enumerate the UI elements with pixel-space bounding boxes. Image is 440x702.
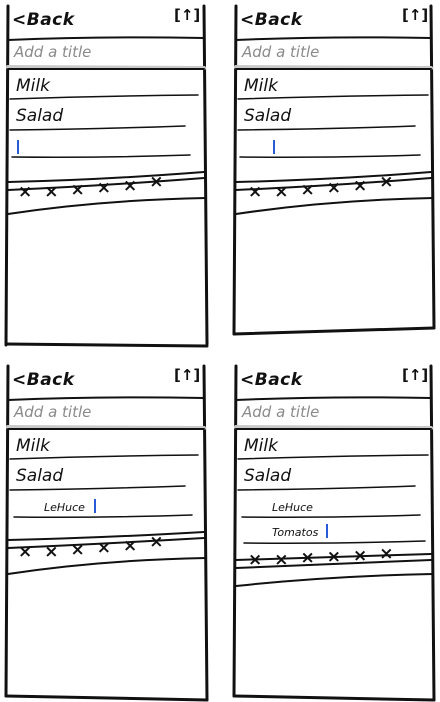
toolbar-x-icon[interactable]: × bbox=[123, 178, 137, 201]
list-item[interactable]: Salad bbox=[244, 108, 291, 125]
title-input[interactable]: Add a title bbox=[14, 405, 91, 420]
toolbar-x-icon[interactable]: × bbox=[379, 174, 393, 201]
list-item[interactable]: Milk bbox=[16, 78, 50, 95]
text-cursor bbox=[17, 140, 19, 154]
list-item[interactable]: Salad bbox=[16, 108, 63, 125]
list-item[interactable]: Milk bbox=[16, 438, 50, 455]
back-button[interactable]: <Back bbox=[240, 372, 303, 389]
toolbar-x-icon[interactable]: × bbox=[327, 549, 341, 569]
title-input[interactable]: Add a title bbox=[242, 45, 319, 60]
toolbar-x-icon[interactable]: × bbox=[18, 184, 32, 201]
title-input[interactable]: Add a title bbox=[14, 45, 91, 60]
text-cursor bbox=[273, 140, 275, 154]
toolbar: × × × × × × bbox=[18, 174, 164, 201]
toolbar-x-icon[interactable]: × bbox=[71, 182, 85, 201]
sub-list-item[interactable]: LeHuce bbox=[44, 502, 85, 513]
list-item[interactable]: Milk bbox=[244, 78, 278, 95]
toolbar-x-icon[interactable]: × bbox=[379, 546, 393, 569]
toolbar: × × × × × × bbox=[248, 174, 394, 201]
toolbar-x-icon[interactable]: × bbox=[301, 182, 315, 201]
share-icon[interactable]: [↑] bbox=[174, 368, 200, 383]
toolbar-x-icon[interactable]: × bbox=[44, 184, 58, 201]
back-button[interactable]: <Back bbox=[12, 372, 75, 389]
toolbar-x-icon[interactable]: × bbox=[248, 552, 262, 569]
toolbar-x-icon[interactable]: × bbox=[123, 538, 137, 561]
toolbar-x-icon[interactable]: × bbox=[274, 184, 288, 201]
text-cursor bbox=[326, 524, 328, 538]
back-button[interactable]: <Back bbox=[240, 12, 303, 29]
title-input[interactable]: Add a title bbox=[242, 405, 319, 420]
wireframe-sketch bbox=[4, 4, 436, 702]
toolbar-x-icon[interactable]: × bbox=[71, 542, 85, 561]
text-cursor bbox=[94, 499, 96, 513]
toolbar: × × × × × × bbox=[18, 534, 164, 561]
list-item[interactable]: Milk bbox=[244, 438, 278, 455]
toolbar-x-icon[interactable]: × bbox=[248, 184, 262, 201]
toolbar-x-icon[interactable]: × bbox=[353, 178, 367, 201]
share-icon[interactable]: [↑] bbox=[174, 8, 200, 23]
toolbar-x-icon[interactable]: × bbox=[274, 552, 288, 569]
list-item[interactable]: Salad bbox=[244, 468, 291, 485]
toolbar-x-icon[interactable]: × bbox=[353, 548, 367, 569]
toolbar-x-icon[interactable]: × bbox=[327, 180, 341, 201]
toolbar-x-icon[interactable]: × bbox=[97, 180, 111, 201]
toolbar-x-icon[interactable]: × bbox=[97, 540, 111, 561]
sub-list-item[interactable]: LeHuce bbox=[272, 502, 313, 513]
back-button[interactable]: <Back bbox=[12, 12, 75, 29]
toolbar: × × × × × × bbox=[248, 546, 394, 569]
toolbar-x-icon[interactable]: × bbox=[44, 544, 58, 561]
toolbar-x-icon[interactable]: × bbox=[301, 550, 315, 569]
list-item[interactable]: Salad bbox=[16, 468, 63, 485]
share-icon[interactable]: [↑] bbox=[402, 8, 428, 23]
toolbar-x-icon[interactable]: × bbox=[149, 174, 163, 201]
share-icon[interactable]: [↑] bbox=[402, 368, 428, 383]
sub-list-item[interactable]: Tomatos bbox=[272, 527, 318, 538]
toolbar-x-icon[interactable]: × bbox=[18, 544, 32, 561]
toolbar-x-icon[interactable]: × bbox=[149, 534, 163, 561]
